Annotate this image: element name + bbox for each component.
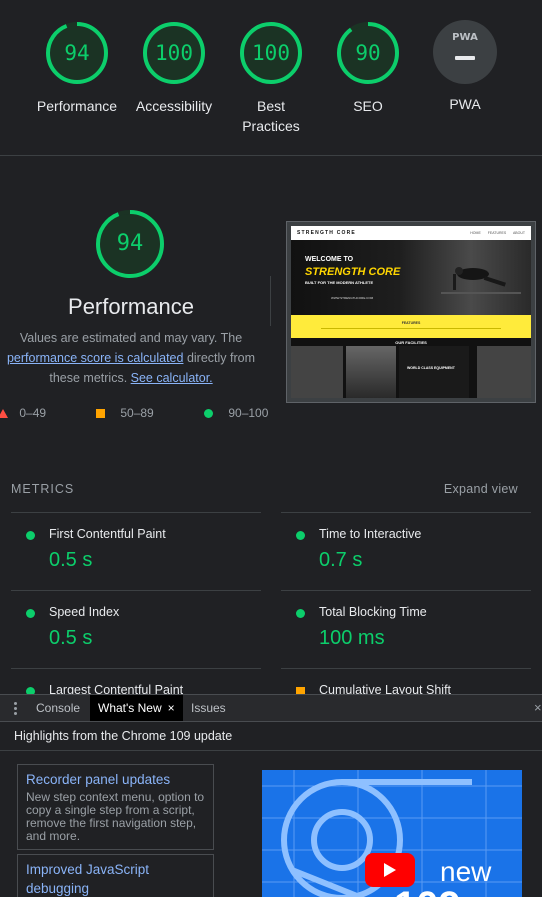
gauge-performance[interactable]: 94 Performance	[27, 20, 127, 116]
gauge-label: Accessibility	[135, 98, 213, 114]
metric-speed-index: Speed Index 0.5 s	[11, 590, 261, 668]
facilities-section: OUR FACILITIES WORLD CLASS EQUIPMENT	[291, 338, 531, 398]
divider	[0, 750, 542, 751]
facility-card-title: WORLD CLASS EQUIPMENT	[407, 366, 455, 370]
divider	[270, 276, 271, 326]
gauge-label: Best Practices	[242, 98, 300, 134]
gauge-score: 94	[64, 41, 90, 65]
pass-circle-icon	[26, 531, 35, 540]
features-text-line	[321, 328, 501, 329]
gym-image-icon	[346, 346, 396, 398]
site-navbar: STRENGTH CORE HOME FEATURES ABOUT	[291, 226, 531, 240]
gauge-best-practices[interactable]: 100 Best Practices	[221, 20, 321, 136]
more-tools-kebab-icon[interactable]	[10, 701, 20, 717]
tab-issues[interactable]: Issues	[183, 695, 234, 721]
devtools-drawer: Console What's New × Issues × Highlights …	[0, 694, 542, 897]
features-band: FEATURES	[291, 315, 531, 338]
card-description: New step context menu, option to copy a …	[26, 790, 205, 843]
facilities-placeholder	[477, 346, 531, 398]
legend-pass-range: 90–100	[228, 406, 269, 420]
circle-icon	[204, 409, 213, 418]
gauge-pwa[interactable]: PWA PWA	[415, 20, 515, 114]
site-hero: WELCOME TO STRENGTH CORE BUILT FOR THE M…	[291, 240, 531, 315]
gauge-score: 100	[252, 41, 290, 65]
metric-label: Time to Interactive	[319, 527, 422, 541]
legend-fail-range: 0–49	[19, 406, 47, 420]
metrics-header: METRICS Expand view	[11, 482, 518, 498]
metric-label: Total Blocking Time	[319, 605, 427, 619]
legend-pass: 90–100	[204, 406, 268, 420]
performance-description: Values are estimated and may vary. The p…	[0, 328, 272, 388]
facility-card: WORLD CLASS EQUIPMENT	[399, 346, 469, 398]
gauge-score: 100	[155, 41, 193, 65]
pass-circle-icon	[296, 531, 305, 540]
metric-value: 0.5 s	[49, 549, 93, 571]
gauge-label: SEO	[353, 98, 383, 114]
metric-value: 0.7 s	[319, 549, 363, 571]
gauge-label: Performance	[36, 98, 118, 114]
score-calculation-link[interactable]: performance score is calculated	[7, 351, 183, 365]
metric-time-to-interactive: Time to Interactive 0.7 s	[281, 512, 531, 590]
performance-title: Performance	[68, 294, 194, 319]
close-drawer-icon[interactable]: ×	[534, 695, 542, 721]
highlights-heading: Highlights from the Chrome 109 update	[14, 729, 233, 743]
whats-new-card[interactable]: Recorder panel updates New step context …	[17, 764, 214, 850]
pwa-badge-text: PWA	[452, 32, 478, 43]
gauge-score: 90	[355, 41, 381, 65]
pwa-dash-icon	[455, 56, 475, 60]
hero-tagline: BUILT FOR THE MODERN ATHLETE	[305, 280, 374, 285]
metric-value: 0.5 s	[49, 627, 93, 649]
hero-url: WWW.STRENGTHCORE.COM	[331, 296, 374, 300]
metric-total-blocking-time: Total Blocking Time 100 ms	[281, 590, 531, 668]
metric-label: Speed Index	[49, 605, 120, 619]
expand-view-toggle[interactable]: Expand view	[444, 482, 518, 496]
metric-first-contentful-paint: First Contentful Paint 0.5 s	[11, 512, 261, 590]
close-tab-icon[interactable]: ×	[168, 701, 175, 715]
see-calculator-link[interactable]: See calculator.	[131, 371, 213, 385]
legend-fail: 0–49	[0, 406, 46, 420]
score-legend: 0–49 50–89 90–100	[0, 406, 280, 422]
metric-value: 100 ms	[319, 627, 385, 649]
whats-new-card[interactable]: Improved JavaScript debugging	[17, 854, 214, 897]
final-screenshot[interactable]: STRENGTH CORE HOME FEATURES ABOUT WELCOM…	[286, 221, 536, 403]
facilities-placeholder	[291, 346, 343, 398]
drawer-tabbar: Console What's New × Issues ×	[0, 695, 542, 722]
whats-new-video-thumbnail[interactable]: new 109	[262, 770, 522, 897]
tab-label: What's New	[98, 701, 162, 715]
facilities-title: OUR FACILITIES	[395, 340, 427, 345]
legend-average: 50–89	[96, 406, 154, 420]
video-version-number: 109	[394, 884, 461, 897]
youtube-play-icon[interactable]	[365, 853, 415, 887]
pwa-badge-icon: PWA	[433, 20, 497, 84]
description-text: Values are estimated and may vary. The	[19, 331, 243, 345]
card-title-link[interactable]: Recorder panel updates	[26, 770, 205, 789]
legend-average-range: 50–89	[120, 406, 154, 420]
gauge-label: PWA	[449, 96, 481, 112]
hero-welcome: WELCOME TO	[305, 256, 354, 263]
pass-circle-icon	[296, 609, 305, 618]
pass-circle-icon	[26, 609, 35, 618]
metrics-title: METRICS	[11, 482, 75, 496]
metric-label: First Contentful Paint	[49, 527, 166, 541]
athlete-image-icon	[441, 267, 521, 294]
site-brand: STRENGTH CORE	[297, 230, 356, 236]
features-title: FEATURES	[401, 321, 421, 325]
performance-score: 94	[116, 231, 144, 256]
site-nav-links: HOME FEATURES ABOUT	[470, 231, 525, 235]
category-gauges: 94 Performance 100 Accessibility 100 Bes…	[0, 0, 542, 156]
card-title-link[interactable]: Improved JavaScript debugging	[26, 860, 205, 897]
square-icon	[96, 409, 105, 418]
performance-gauge: 94	[94, 208, 166, 280]
gauge-seo[interactable]: 90 SEO	[318, 20, 418, 116]
hero-brand: STRENGTH CORE	[305, 266, 401, 278]
screenshot-image: STRENGTH CORE HOME FEATURES ABOUT WELCOM…	[291, 226, 531, 398]
tab-whats-new[interactable]: What's New ×	[90, 695, 183, 721]
triangle-icon	[0, 409, 8, 418]
tab-console[interactable]: Console	[28, 695, 88, 721]
gauge-accessibility[interactable]: 100 Accessibility	[124, 20, 224, 116]
